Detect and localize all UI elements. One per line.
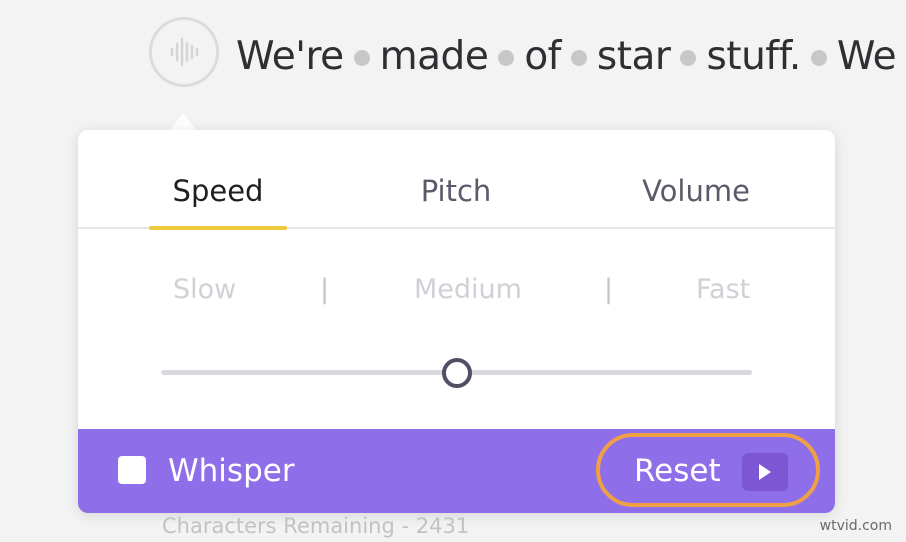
speed-label-fast: Fast	[696, 274, 751, 305]
word-separator-dot[interactable]	[498, 50, 515, 66]
word-separator-dot[interactable]	[810, 50, 827, 66]
popover-pointer	[170, 113, 196, 130]
watermark: wtvid.com	[819, 518, 892, 534]
reset-button-label: Reset	[634, 453, 721, 489]
popover-footer: Whisper Reset	[78, 429, 835, 513]
speed-label-slow: Slow	[173, 274, 237, 305]
word-separator-dot[interactable]	[680, 50, 697, 66]
word[interactable]: made	[380, 34, 489, 79]
tab-volume[interactable]: Volume	[628, 174, 764, 208]
word-separator-dot[interactable]	[570, 50, 587, 66]
word[interactable]: We're	[236, 34, 344, 79]
voice-waveform-button[interactable]	[149, 17, 219, 87]
scale-separator: |	[604, 274, 614, 305]
word[interactable]: star	[597, 34, 671, 79]
whisper-label[interactable]: Whisper	[168, 453, 295, 489]
waveform-icon	[170, 37, 199, 67]
word-separator-dot[interactable]	[353, 50, 370, 66]
speed-slider-thumb[interactable]	[441, 358, 472, 388]
active-tab-indicator	[149, 226, 287, 230]
reset-button[interactable]: Reset	[596, 433, 820, 507]
word[interactable]: We	[837, 34, 897, 79]
characters-remaining: Characters Remaining - 2431	[162, 514, 470, 538]
speed-label-medium: Medium	[414, 274, 522, 305]
word[interactable]: of	[524, 34, 561, 79]
play-button[interactable]	[742, 453, 788, 491]
play-icon	[759, 464, 771, 480]
word[interactable]: stuff.	[706, 34, 801, 79]
sentence-text: We're made of star stuff. We	[236, 30, 906, 82]
whisper-checkbox[interactable]	[118, 456, 146, 484]
tab-speed[interactable]: Speed	[150, 174, 286, 208]
scale-separator: |	[320, 274, 330, 305]
voice-editor-page: We're made of star stuff. We Speed Pitch…	[0, 0, 906, 542]
voice-settings-popover: Speed Pitch Volume Slow | Medium | Fast …	[78, 130, 835, 513]
tab-pitch[interactable]: Pitch	[388, 174, 524, 208]
